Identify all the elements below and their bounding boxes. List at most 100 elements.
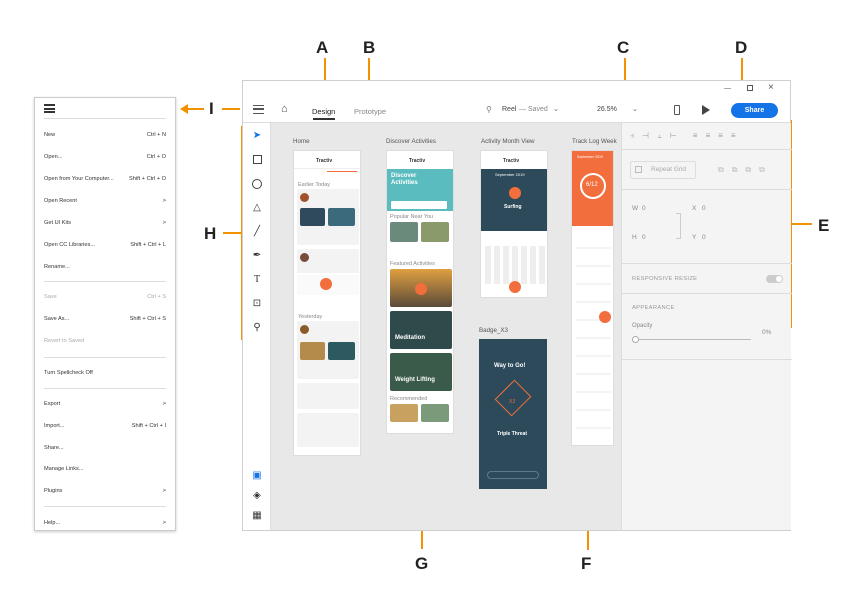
menu-item[interactable]: Help... > (44, 516, 166, 530)
x-label: X (692, 205, 697, 212)
layers-panel-icon[interactable]: ◈ (250, 489, 264, 503)
artboard-month[interactable]: Tractiv September 2019 Surfing (480, 150, 548, 298)
artboard-badge[interactable]: Way to Go! X3 Triple Threat (479, 339, 547, 489)
menu-separator (44, 357, 166, 358)
callout-line-i-right (222, 108, 240, 110)
device-preview-icon[interactable] (674, 105, 680, 115)
tab-design[interactable]: Design (312, 107, 335, 116)
y-label: Y (692, 234, 697, 241)
top-bar: ⌂ Design Prototype ⚲ Reel — Saved ⌄ 26.5… (243, 81, 790, 123)
hamburger-menu: New Ctrl + N Open... Ctrl + O Open from Your… (34, 97, 176, 531)
text-tool-icon[interactable]: T (250, 273, 264, 287)
bike-icon: ⚲ (486, 105, 492, 114)
responsive-resize-toggle[interactable] (766, 275, 783, 283)
menu-item[interactable]: Export > (44, 397, 166, 411)
height-field[interactable]: 0 (642, 234, 646, 241)
badge-value: X3 (509, 399, 516, 405)
pen-tool-icon[interactable]: ✒ (250, 249, 264, 263)
plugins-panel-icon[interactable]: ▦ (250, 509, 264, 523)
menu-item-label: Open Recent (44, 198, 77, 204)
chevron-down-icon[interactable]: ⌄ (553, 105, 559, 113)
menu-item[interactable]: Import... Shift + Ctrl + I (44, 419, 166, 433)
boolean-ops-icons[interactable]: ⧉⧉⧉⧉ (718, 165, 773, 175)
menu-item-shortcut: Ctrl + O (146, 154, 166, 160)
home-icon[interactable]: ⌂ (281, 103, 288, 115)
menu-item-shortcut: > (162, 220, 166, 226)
menu-item[interactable]: Save As... Shift + Ctrl + S (44, 312, 166, 326)
menu-item-label: Save As... (44, 316, 70, 322)
menu-item-shortcut: > (162, 401, 166, 407)
width-field[interactable]: 0 (642, 205, 646, 212)
minimize-icon[interactable]: — (724, 85, 731, 92)
close-icon[interactable]: × (768, 82, 774, 93)
repeat-grid-icon (635, 166, 642, 173)
badge-heading: Way to Go! (494, 363, 526, 369)
menu-item-label: Get UI Kits (44, 220, 72, 226)
opacity-field[interactable]: 0% (762, 329, 771, 336)
menu-item-label: Turn Spellcheck Off (44, 370, 93, 376)
menu-item[interactable]: Manage Links... (44, 462, 166, 476)
menu-item[interactable]: Open Recent > (44, 194, 166, 208)
annotation-d: D (735, 38, 748, 57)
menu-item[interactable]: Get UI Kits > (44, 216, 166, 230)
play-icon[interactable] (702, 105, 710, 115)
lock-aspect-icon[interactable] (676, 213, 681, 239)
annotation-i: I (209, 99, 214, 118)
maximize-icon[interactable] (747, 85, 753, 91)
hamburger-icon[interactable] (253, 105, 264, 114)
month-label: September 2019 (577, 155, 603, 159)
menu-item[interactable]: Rename... (44, 260, 166, 274)
artboard-tracklog[interactable]: September 2019 6/12 (571, 150, 614, 446)
xd-window: ⌂ Design Prototype ⚲ Reel — Saved ⌄ 26.5… (242, 80, 792, 531)
tab-underline (313, 118, 335, 120)
y-field[interactable]: 0 (702, 234, 706, 241)
annotation-c: C (617, 38, 630, 57)
artboard-tool-icon[interactable]: ⊡ (250, 297, 264, 311)
artboard-discover[interactable]: Tractiv Discover Activities Popular Near… (386, 150, 454, 434)
menu-item-label: Export (44, 401, 61, 407)
annotation-e: E (818, 216, 830, 235)
zoom-level[interactable]: 26.5% (597, 106, 617, 113)
menu-item[interactable]: New Ctrl + N (44, 128, 166, 142)
app-title: Tractiv (316, 158, 333, 164)
month-label: September 2019 (495, 172, 525, 177)
doc-name[interactable]: Reel (502, 106, 516, 113)
line-tool-icon[interactable]: ╱ (250, 225, 264, 239)
annotation-f: F (581, 554, 592, 573)
tab-prototype[interactable]: Prototype (354, 107, 386, 116)
hamburger-icon[interactable] (44, 104, 55, 113)
ellipse-tool-icon[interactable] (250, 177, 264, 191)
menu-item[interactable]: Open from Your Computer... Shift + Ctrl +… (44, 172, 166, 186)
menu-item-label: Save (44, 294, 57, 300)
opacity-slider-thumb[interactable] (632, 336, 639, 343)
menu-item[interactable]: Save Ctrl + S (44, 290, 166, 304)
menu-item[interactable]: Turn Spellcheck Off (44, 366, 166, 380)
share-button[interactable]: Share (731, 103, 778, 118)
x-field[interactable]: 0 (702, 205, 706, 212)
polygon-tool-icon[interactable]: △ (250, 201, 264, 215)
opacity-slider-track[interactable] (639, 339, 751, 340)
artboard-label-tracklog: Track Log Week (572, 138, 617, 145)
menu-item[interactable]: Revert to Saved (44, 334, 166, 348)
menu-item[interactable]: Open CC Libraries... Shift + Ctrl + L (44, 238, 166, 252)
menu-separator (44, 281, 166, 282)
rectangle-tool-icon[interactable] (250, 153, 264, 167)
menu-item[interactable]: Plugins > (44, 484, 166, 498)
zoom-chevron-icon[interactable]: ⌄ (632, 105, 638, 113)
menu-item[interactable]: Open... Ctrl + O (44, 150, 166, 164)
menu-item-shortcut: Shift + Ctrl + L (130, 242, 166, 248)
badge-title: Triple Threat (497, 431, 528, 437)
artboard-home[interactable]: Tractiv Earlier Today Yesterday (293, 150, 361, 456)
assets-panel-icon[interactable]: ▣ (250, 469, 264, 483)
select-tool-icon[interactable]: ➤ (250, 129, 264, 143)
align-icons[interactable]: ⫞ ⊣ ⫠ ⊢ ≡ ≡ ≡ ≡ (630, 131, 780, 141)
menu-separator (44, 388, 166, 389)
callout-line-h-mid (223, 232, 241, 234)
callout-line-i-left (186, 108, 204, 110)
app-title: Tractiv (409, 158, 426, 164)
menu-item-shortcut: Shift + Ctrl + O (129, 176, 166, 182)
menu-item[interactable]: Share... (44, 441, 166, 455)
menu-item-shortcut: Ctrl + N (146, 132, 166, 138)
annotation-h: H (204, 224, 217, 243)
zoom-tool-icon[interactable]: ⚲ (250, 321, 264, 335)
